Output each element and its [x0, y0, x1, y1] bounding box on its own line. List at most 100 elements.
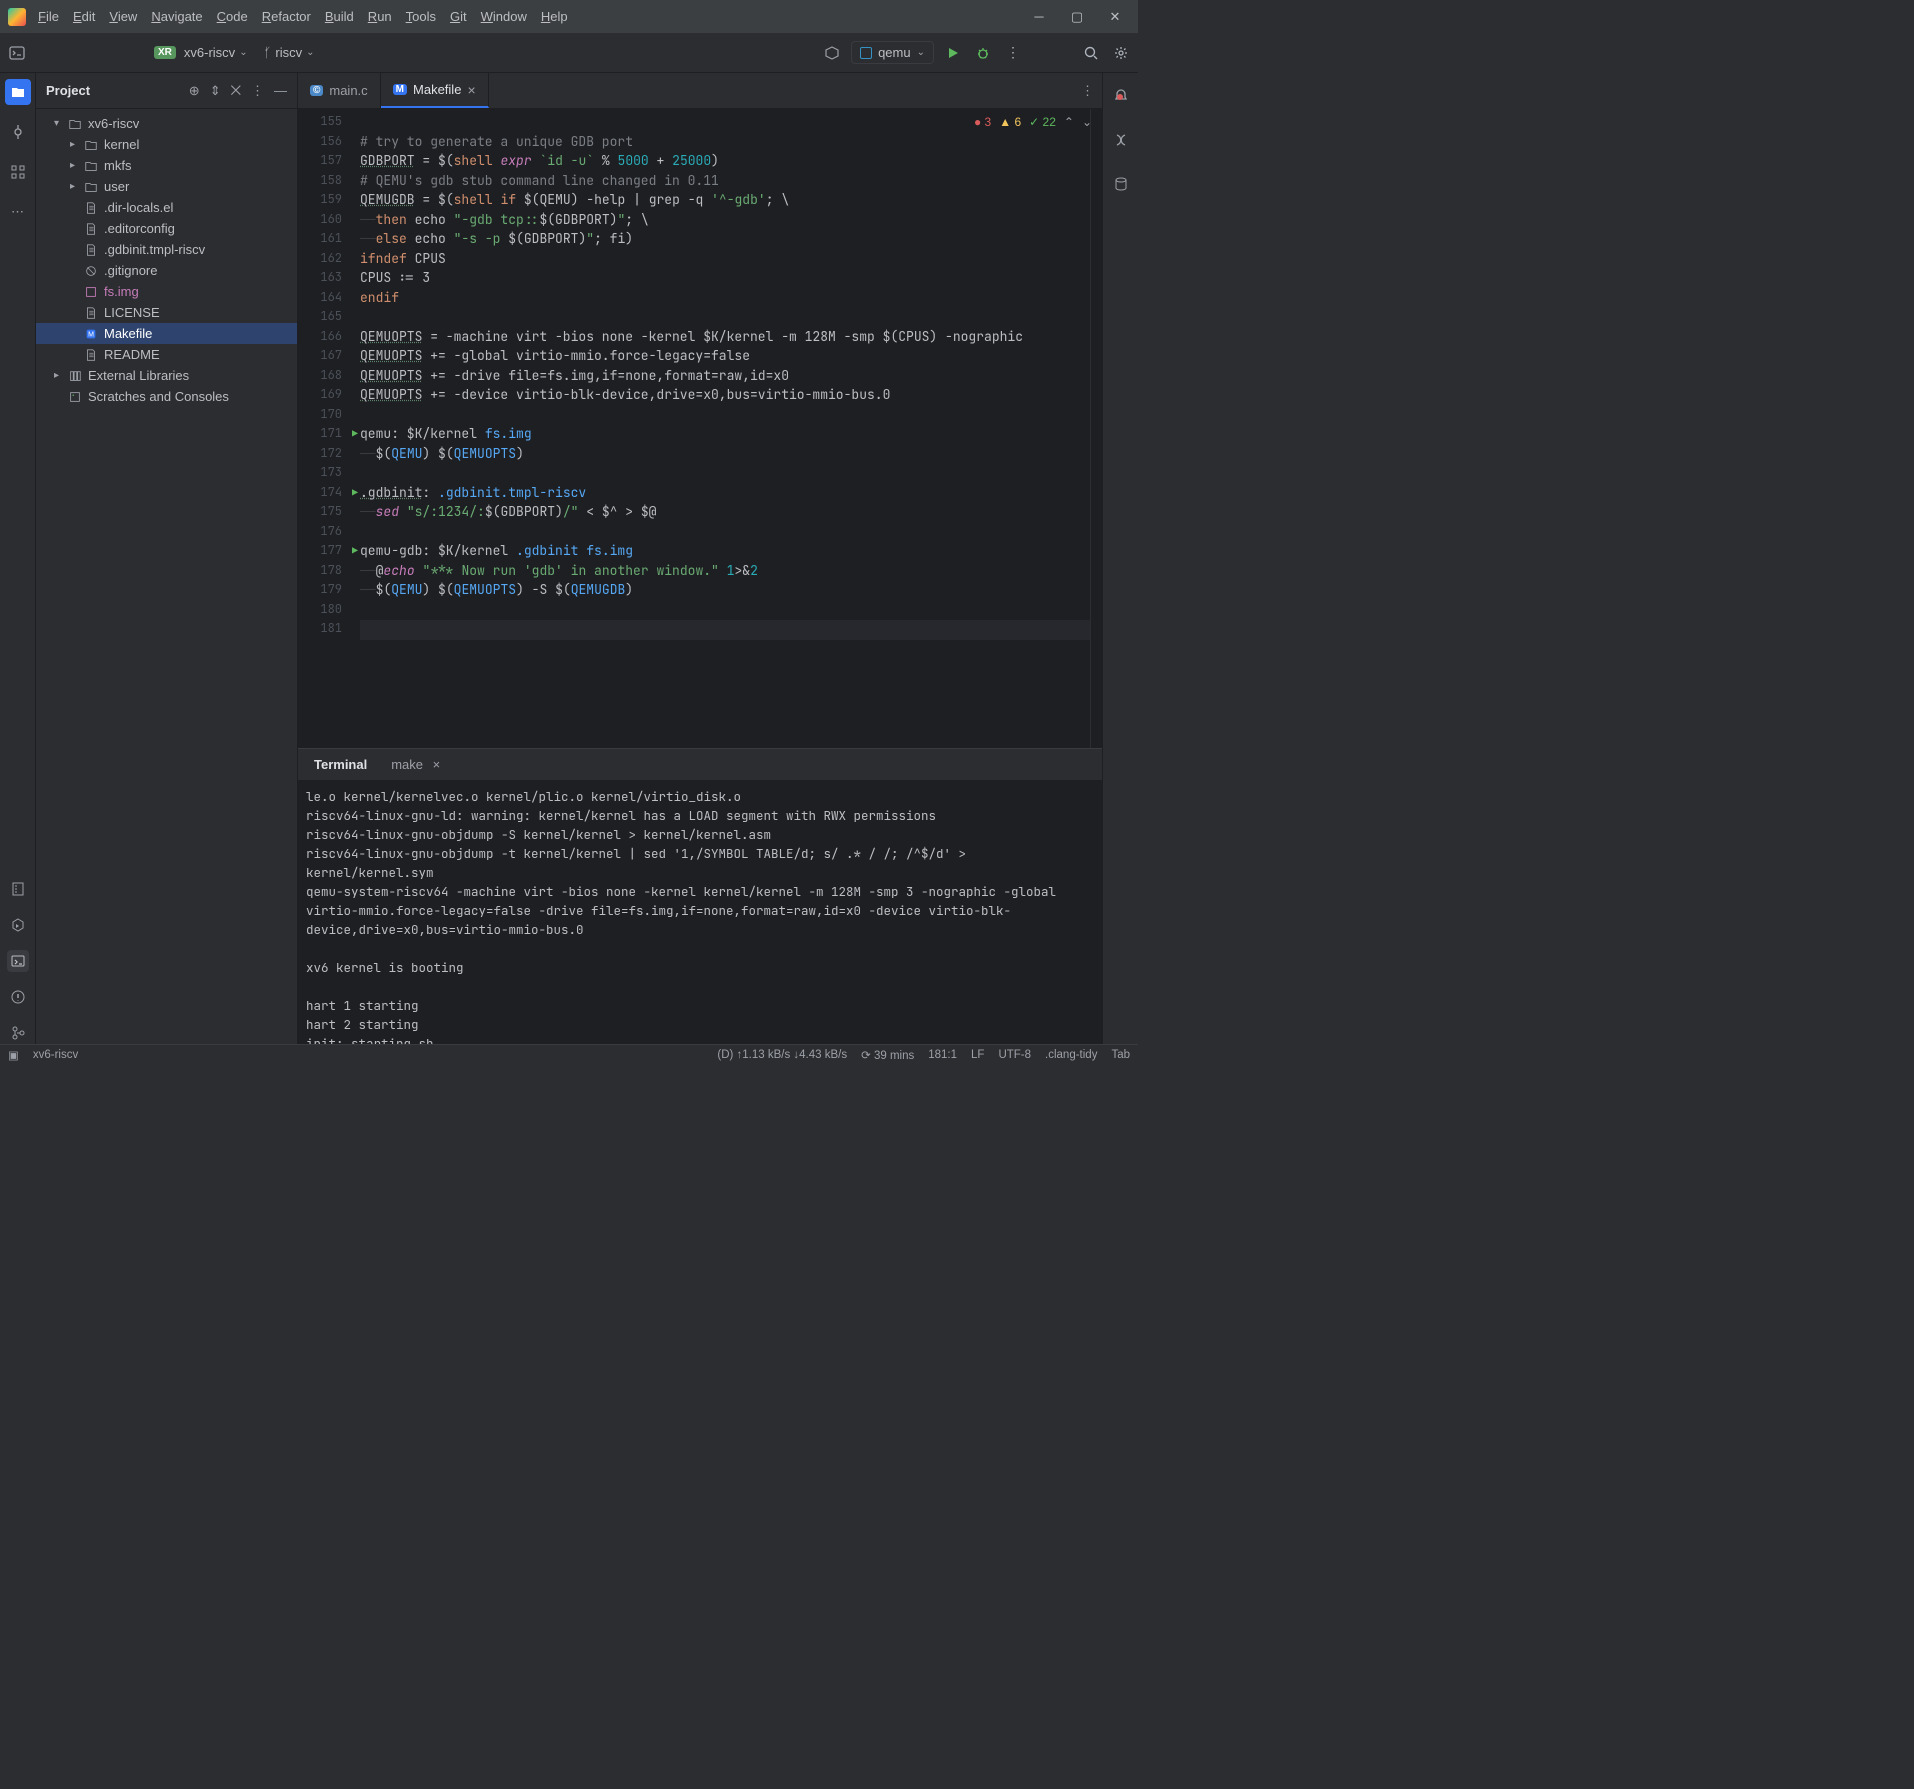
services-tool-button[interactable] — [7, 914, 29, 936]
editor-minimap[interactable] — [1090, 109, 1102, 748]
minimize-button[interactable]: ─ — [1032, 10, 1046, 24]
collapse-all-icon[interactable]: ⨉ — [231, 83, 241, 99]
error-count: ● 3 — [974, 115, 991, 129]
terminal-tab-local[interactable]: Terminal — [306, 751, 375, 778]
status-time[interactable]: ⟳ 39 mins — [861, 1048, 914, 1062]
menu-edit[interactable]: Edit — [73, 9, 95, 24]
terminal-output[interactable]: le.o kernel/kernelvec.o kernel/plic.o ke… — [298, 781, 1102, 1044]
menu-navigate[interactable]: Navigate — [151, 9, 202, 24]
notifications-icon[interactable] — [1108, 83, 1134, 109]
branch-icon: ᚶ — [264, 45, 272, 60]
tree-item-readme[interactable]: README — [36, 344, 297, 365]
tree-item-fs-img[interactable]: fs.img — [36, 281, 297, 302]
editor-gutter[interactable]: 1551561571581591601611621631641651661671… — [298, 109, 360, 748]
branch-crumb[interactable]: ᚶ riscv ⌄ — [264, 45, 315, 60]
tree-item-user[interactable]: ▸user — [36, 176, 297, 197]
status-encoding[interactable]: UTF-8 — [998, 1049, 1031, 1061]
ai-assistant-icon[interactable] — [1108, 127, 1134, 153]
chevron-down-icon: ⌄ — [306, 47, 314, 58]
config-type-icon — [860, 47, 872, 59]
tree-item-mkfs[interactable]: ▸mkfs — [36, 155, 297, 176]
menu-tools[interactable]: Tools — [406, 9, 436, 24]
close-tab-icon[interactable]: × — [467, 82, 475, 98]
sidebar-title: Project — [46, 83, 90, 98]
tab-options-icon[interactable]: ⋮ — [1081, 83, 1094, 99]
menu-refactor[interactable]: Refactor — [262, 9, 311, 24]
database-icon[interactable] — [1108, 171, 1134, 197]
project-crumb[interactable]: xv6-riscv ⌄ — [184, 45, 248, 60]
branch-name: riscv — [275, 45, 302, 60]
inspection-down-icon[interactable]: ⌄ — [1082, 115, 1092, 129]
right-tool-rail — [1102, 73, 1138, 1044]
tree-item-external-libraries[interactable]: ▸External Libraries — [36, 365, 297, 386]
problems-tool-button[interactable] — [7, 986, 29, 1008]
run-button[interactable] — [942, 42, 964, 64]
menu-file[interactable]: File — [38, 9, 59, 24]
menu-code[interactable]: Code — [217, 9, 248, 24]
menu-view[interactable]: View — [109, 9, 137, 24]
more-tools-icon[interactable]: ⋯ — [5, 199, 31, 225]
status-network[interactable]: (D) ↑1.13 kB/s ↓4.43 kB/s — [717, 1049, 847, 1061]
terminal-tabs: Terminal make × — [298, 749, 1102, 781]
expand-all-icon[interactable]: ⇕ — [210, 83, 221, 99]
tree-item-scratches-and-consoles[interactable]: Scratches and Consoles — [36, 386, 297, 407]
status-indent[interactable]: Tab — [1111, 1049, 1130, 1061]
menu-run[interactable]: Run — [368, 9, 392, 24]
tree-item--gdbinit-tmpl-riscv[interactable]: .gdbinit.tmpl-riscv — [36, 239, 297, 260]
project-tool-button[interactable] — [5, 79, 31, 105]
more-actions-icon[interactable]: ⋮ — [1002, 42, 1024, 64]
status-terminal-icon[interactable]: ▣ — [8, 1048, 19, 1062]
editor-tab-makefile[interactable]: M Makefile × — [381, 73, 489, 108]
terminal-toolwindow-icon[interactable] — [6, 42, 28, 64]
app-icon — [8, 8, 26, 26]
main-toolbar: XR xv6-riscv ⌄ ᚶ riscv ⌄ qemu ⌄ ⋮ — [0, 33, 1138, 73]
settings-icon[interactable] — [1110, 42, 1132, 64]
status-project[interactable]: xv6-riscv — [33, 1049, 78, 1061]
terminal-tab-make[interactable]: make × — [383, 751, 448, 778]
terminal-tool-button[interactable] — [7, 950, 29, 972]
tree-item-kernel[interactable]: ▸kernel — [36, 134, 297, 155]
editor-area: © main.cM Makefile × ⋮ ● 3 ▲ 6 ✓ 22 ⌃ ⌄ … — [298, 73, 1102, 1044]
select-opened-file-icon[interactable]: ⊕ — [189, 83, 200, 99]
tree-item-license[interactable]: LICENSE — [36, 302, 297, 323]
close-tab-icon[interactable]: × — [433, 757, 441, 772]
debug-button[interactable] — [972, 42, 994, 64]
tree-item--editorconfig[interactable]: .editorconfig — [36, 218, 297, 239]
tree-item--dir-locals-el[interactable]: .dir-locals.el — [36, 197, 297, 218]
maximize-button[interactable]: ▢ — [1070, 10, 1084, 24]
titlebar: File Edit View Navigate Code Refactor Build Run… — [0, 0, 1138, 33]
structure-tool-button[interactable] — [5, 159, 31, 185]
menu-git[interactable]: Git — [450, 9, 467, 24]
editor-content[interactable]: ● 3 ▲ 6 ✓ 22 ⌃ ⌄ 15515615715815916016116… — [298, 109, 1102, 748]
close-button[interactable]: ✕ — [1108, 10, 1122, 24]
tree-item--gitignore[interactable]: .gitignore — [36, 260, 297, 281]
status-linter[interactable]: .clang-tidy — [1045, 1049, 1097, 1061]
inspection-up-icon[interactable]: ⌃ — [1064, 115, 1074, 129]
status-caret-pos[interactable]: 181:1 — [928, 1049, 957, 1061]
search-icon[interactable] — [1080, 42, 1102, 64]
left-tool-rail: ⋯ — [0, 73, 36, 1044]
svg-text:M: M — [88, 331, 94, 338]
editor-tab-main-c[interactable]: © main.c — [298, 73, 381, 108]
sidebar-options-icon[interactable]: ⋮ — [251, 83, 264, 99]
editor-tab-bar: © main.cM Makefile × ⋮ — [298, 73, 1102, 109]
project-tree[interactable]: ▾xv6-riscv▸kernel▸mkfs▸user.dir-locals.e… — [36, 109, 297, 411]
hide-sidebar-icon[interactable]: — — [274, 83, 287, 99]
menu-build[interactable]: Build — [325, 9, 354, 24]
sidebar-header: Project ⊕ ⇕ ⨉ ⋮ — — [36, 73, 297, 109]
build-icon[interactable] — [821, 42, 843, 64]
status-line-sep[interactable]: LF — [971, 1049, 984, 1061]
terminal-panel: Terminal make × le.o kernel/kernelvec.o … — [298, 748, 1102, 1044]
warning-count: ▲ 6 — [999, 115, 1021, 129]
tree-item-makefile[interactable]: MMakefile — [36, 323, 297, 344]
vcs-tool-button[interactable] — [7, 1022, 29, 1044]
commit-tool-button[interactable] — [5, 119, 31, 145]
menu-window[interactable]: Window — [481, 9, 527, 24]
run-config-selector[interactable]: qemu ⌄ — [851, 41, 934, 64]
chevron-down-icon: ⌄ — [239, 47, 247, 58]
todo-tool-button[interactable] — [7, 878, 29, 900]
tree-item-xv6-riscv[interactable]: ▾xv6-riscv — [36, 113, 297, 134]
inspections-widget[interactable]: ● 3 ▲ 6 ✓ 22 ⌃ ⌄ — [974, 115, 1092, 129]
code-editor[interactable]: # try to generate a unique GDB portGDBPO… — [360, 109, 1090, 748]
menu-help[interactable]: Help — [541, 9, 568, 24]
